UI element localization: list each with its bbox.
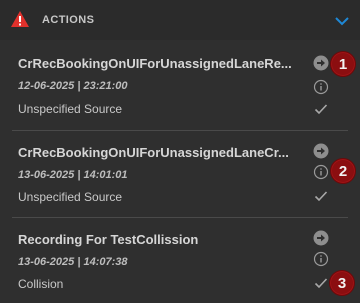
checkmark-icon bbox=[314, 189, 328, 202]
recording-date: 12-06-2025 | 23:21:00 bbox=[18, 80, 128, 92]
recording-card[interactable]: CrRecBookingOnUIForUnassignedLaneRe... 1… bbox=[0, 40, 360, 130]
recording-card[interactable]: Recording For TestCollission 13-06-2025 … bbox=[0, 218, 360, 303]
actions-header: ACTIONS bbox=[0, 0, 360, 40]
info-icon[interactable] bbox=[313, 164, 329, 180]
recording-name: CrRecBookingOnUIForUnassignedLaneCr... bbox=[18, 145, 289, 160]
checkmark-icon bbox=[314, 276, 328, 289]
recording-name: CrRecBookingOnUIForUnassignedLaneRe... bbox=[18, 56, 292, 71]
arrow-right-icon[interactable] bbox=[313, 230, 329, 246]
recording-date: 13-06-2025 | 14:01:01 bbox=[18, 169, 128, 181]
recording-name: Recording For TestCollission bbox=[18, 232, 199, 247]
recording-card[interactable]: CrRecBookingOnUIForUnassignedLaneCr... 1… bbox=[0, 131, 360, 217]
recording-source: Collision bbox=[18, 277, 64, 291]
callout-badge: 1 bbox=[330, 51, 356, 77]
info-icon[interactable] bbox=[313, 251, 329, 267]
recording-source: Unspecified Source bbox=[18, 190, 123, 204]
actions-title: ACTIONS bbox=[42, 14, 95, 26]
recording-date: 13-06-2025 | 14:07:38 bbox=[18, 256, 128, 268]
info-icon[interactable] bbox=[313, 79, 329, 95]
arrow-right-icon[interactable] bbox=[313, 143, 329, 159]
warning-triangle-icon bbox=[10, 10, 30, 28]
checkmark-icon bbox=[314, 102, 328, 115]
recording-source: Unspecified Source bbox=[18, 102, 123, 116]
arrow-right-icon[interactable] bbox=[313, 55, 329, 71]
callout-badge: 2 bbox=[330, 158, 356, 184]
callout-badge: 3 bbox=[329, 270, 355, 296]
chevron-down-icon[interactable] bbox=[334, 14, 350, 26]
